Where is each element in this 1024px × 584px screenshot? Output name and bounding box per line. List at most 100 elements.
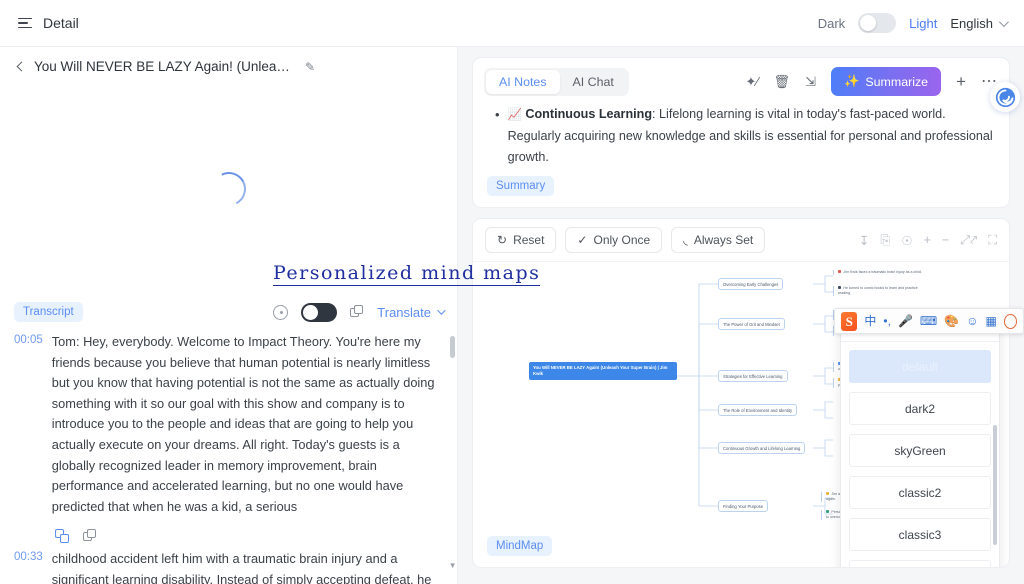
- transcript-toolbar: Transcript Translate: [0, 292, 457, 332]
- autoscroll-toggle[interactable]: [301, 303, 337, 322]
- top-bar: Detail Dark Light English: [0, 0, 1024, 47]
- theme-option-classicgreen[interactable]: classicGreen: [849, 560, 991, 568]
- mindmap-leaf-node[interactable]: Jim Kwik faced a traumatic brain injury …: [833, 270, 925, 275]
- magic-format-icon[interactable]: ✦∕: [745, 75, 758, 88]
- ai-notes-header: AI Notes AI Chat ✦∕ 🗑 ⇲ ✨ Summarize + ⋯: [473, 58, 1009, 96]
- mindmap-branch-node[interactable]: The Role of Environment and Identity: [718, 404, 797, 416]
- theme-option-default[interactable]: default: [849, 350, 991, 383]
- skin-icon[interactable]: 🎨: [944, 315, 959, 327]
- microphone-icon[interactable]: 🎤: [898, 315, 913, 327]
- tab-ai-notes[interactable]: AI Notes: [486, 70, 560, 94]
- top-bar-right: Dark Light English: [818, 13, 1006, 33]
- page-title: Detail: [43, 15, 79, 31]
- translate-dropdown[interactable]: Translate: [377, 305, 443, 320]
- only-once-label: Only Once: [593, 233, 650, 247]
- transcript-badge[interactable]: Transcript: [14, 302, 83, 322]
- mindmap-badge[interactable]: MindMap: [487, 536, 552, 556]
- top-bar-left: Detail: [18, 15, 79, 31]
- ai-notes-body: • 📈 Continuous Learning: Lifelong learni…: [473, 96, 1009, 168]
- punctuation-icon[interactable]: •,: [883, 315, 891, 327]
- transcript-entry[interactable]: 00:33 childhood accident left him with a…: [14, 549, 443, 584]
- copy-icon[interactable]: ⎘: [880, 233, 890, 248]
- theme-toggle[interactable]: [858, 13, 896, 33]
- apps-grid-icon[interactable]: ▦: [985, 315, 996, 327]
- theme-option-dark2[interactable]: dark2: [849, 392, 991, 425]
- theme-option-classic2[interactable]: classic2: [849, 476, 991, 509]
- account-avatar[interactable]: [1004, 314, 1017, 329]
- mindmap-root-node[interactable]: You Will NEVER BE LAZY Again! (Unleash Y…: [529, 362, 677, 380]
- chevron-down-icon: [999, 17, 1009, 27]
- note-content: 📈 Continuous Learning: Lifelong learning…: [508, 104, 993, 168]
- transcript-list[interactable]: 00:05 Tom: Hey, everybody. Welcome to Im…: [0, 332, 457, 584]
- dark-mode-label[interactable]: Dark: [818, 16, 845, 31]
- locate-icon[interactable]: [273, 305, 288, 320]
- transcript-text: Tom: Hey, everybody. Welcome to Impact T…: [52, 332, 435, 517]
- mindmap-branch-node[interactable]: Overcoming Early Challenges: [718, 278, 783, 290]
- chart-growth-icon: 📈: [508, 109, 522, 121]
- transcript-scrollbar[interactable]: [450, 336, 455, 358]
- video-title: You Will NEVER BE LAZY Again! (Unleash Y…: [34, 59, 296, 74]
- transcript-entry[interactable]: 00:05 Tom: Hey, everybody. Welcome to Im…: [14, 332, 443, 517]
- ai-assistant-swirl-icon[interactable]: [990, 82, 1020, 112]
- language-label: English: [950, 16, 993, 31]
- reset-label: Reset: [513, 233, 544, 247]
- mindmap-branch-node[interactable]: The Power of Grit and Mindset: [718, 318, 785, 330]
- back-icon[interactable]: [17, 62, 27, 72]
- mindmap-tool-icons: ↧ ⎘ ☉ + − ⤢⤤ ⛶: [859, 233, 997, 248]
- delete-icon[interactable]: 🗑: [774, 75, 791, 88]
- edit-pencil-icon[interactable]: ✎: [305, 60, 315, 74]
- translate-segment-icon[interactable]: [55, 529, 70, 543]
- language-selector[interactable]: English: [950, 16, 1006, 31]
- mindmap-branch-node[interactable]: Continuous Growth and Lifelong Learning: [718, 442, 805, 454]
- copy-segment-icon[interactable]: [83, 529, 98, 543]
- transcript-timestamp[interactable]: 00:33: [14, 549, 43, 584]
- keyboard-icon[interactable]: ⌨: [920, 315, 937, 327]
- download-icon[interactable]: ↧: [859, 233, 869, 248]
- left-panel: You Will NEVER BE LAZY Again! (Unleash Y…: [0, 47, 458, 584]
- wand-icon: ✨: [844, 74, 859, 89]
- fullscreen-icon[interactable]: ⛶: [988, 233, 997, 248]
- annotation-arrows: [600, 265, 710, 345]
- theme-list-scrollbar[interactable]: [993, 425, 997, 545]
- locate-icon[interactable]: ☉: [901, 233, 912, 248]
- annotation-text: Personalized mind maps: [273, 262, 540, 286]
- transcript-toolbar-right: Translate: [273, 303, 443, 322]
- emoji-icon[interactable]: ☺: [966, 315, 978, 327]
- chinese-mode-icon[interactable]: 中: [864, 315, 876, 327]
- transcript-entry-actions: [14, 521, 443, 549]
- tab-ai-chat[interactable]: AI Chat: [560, 70, 627, 94]
- summarize-label: Summarize: [865, 75, 928, 89]
- summarize-button[interactable]: ✨ Summarize: [831, 67, 941, 96]
- translate-label: Translate: [377, 305, 431, 320]
- theme-option-classic3[interactable]: classic3: [849, 518, 991, 551]
- always-set-button[interactable]: ◟ Always Set: [671, 227, 765, 253]
- mindmap-leaf-node[interactable]: He turned to comic books to learn and pr…: [833, 286, 925, 296]
- theme-option-skygreen[interactable]: skyGreen: [849, 434, 991, 467]
- scroll-down-arrow-icon[interactable]: ▼: [449, 561, 457, 570]
- mindmap-branch-node[interactable]: Strategies for Effective Learning: [718, 370, 788, 382]
- reset-button[interactable]: ↻ Reset: [485, 227, 556, 253]
- check-icon: ✓: [577, 233, 587, 247]
- autoscroll-toggle-knob: [303, 305, 318, 320]
- share-icon[interactable]: ⇲: [805, 75, 816, 88]
- sogou-logo-icon[interactable]: S: [841, 312, 857, 331]
- app-root: Detail Dark Light English You Will NEVER…: [0, 0, 1024, 584]
- hamburger-menu-icon[interactable]: [18, 18, 32, 29]
- note-title: Continuous Learning: [525, 107, 652, 121]
- ai-notes-tools: ✦∕ 🗑 ⇲ ✨ Summarize + ⋯: [745, 67, 998, 96]
- ai-notes-card: AI Notes AI Chat ✦∕ 🗑 ⇲ ✨ Summarize + ⋯: [472, 57, 1010, 208]
- only-once-button[interactable]: ✓ Only Once: [565, 227, 662, 253]
- light-mode-label[interactable]: Light: [909, 16, 937, 31]
- zoom-out-icon[interactable]: −: [942, 233, 949, 247]
- fit-icon[interactable]: ⤢⤤: [960, 233, 977, 248]
- sogou-ime-toolbar: S 中 •, 🎤 ⌨ 🎨 ☺ ▦: [834, 308, 1024, 334]
- copy-icon[interactable]: [350, 305, 364, 319]
- transcript-timestamp[interactable]: 00:05: [14, 332, 43, 517]
- add-note-icon[interactable]: +: [956, 73, 966, 90]
- chevron-down-icon: [437, 306, 445, 314]
- note-list-item: • 📈 Continuous Learning: Lifelong learni…: [495, 104, 993, 168]
- zoom-in-icon[interactable]: +: [924, 233, 931, 247]
- summary-badge[interactable]: Summary: [487, 176, 554, 196]
- video-header: You Will NEVER BE LAZY Again! (Unleash Y…: [0, 47, 457, 86]
- mindmap-branch-node[interactable]: Finding Your Purpose: [718, 500, 768, 512]
